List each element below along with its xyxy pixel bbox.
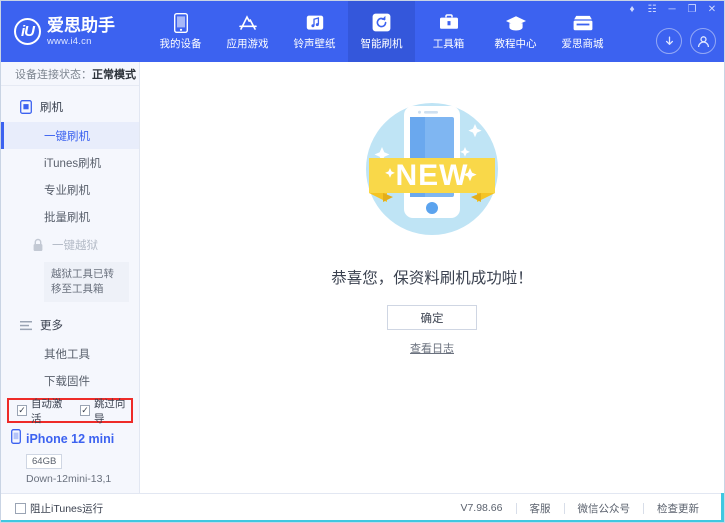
sidebar-item-pro-flash[interactable]: 专业刷机 xyxy=(1,176,139,203)
header-actions xyxy=(656,28,716,54)
checkbox-skip-setup[interactable]: ✓ 跳过向导 xyxy=(80,396,131,426)
connection-status-label: 设备连接状态： xyxy=(15,66,92,82)
user-account-icon[interactable] xyxy=(690,28,716,54)
bottom-accent-bar xyxy=(1,520,724,522)
sidebar-item-label: 一键刷机 xyxy=(44,128,90,144)
main-nav: 我的设备 应用游戏 铃声壁纸 智能刷机 xyxy=(147,1,616,62)
nav-item-toolbox[interactable]: 工具箱 xyxy=(415,1,482,62)
sidebar-item-one-key-flash[interactable]: 一键刷机 xyxy=(1,122,139,149)
nav-label: 爱思商城 xyxy=(562,36,604,51)
wechat-official-link[interactable]: 微信公众号 xyxy=(565,501,644,516)
sidebar-scroll: 刷机 一键刷机 iTunes刷机 专业刷机 批量刷机 xyxy=(1,86,139,398)
shop-icon xyxy=(571,12,595,33)
connected-device-info[interactable]: iPhone 12 mini 64GB Down-12mini-13,1 xyxy=(1,423,139,493)
sidebar-item-advanced-features[interactable]: 高级功能 xyxy=(1,394,139,398)
main-content: NEW 恭喜您，保资料刷机成功啦！ 确定 查看日志 xyxy=(140,62,724,493)
svg-text:NEW: NEW xyxy=(396,159,469,192)
connection-status-value: 正常模式 xyxy=(92,66,136,82)
sidebar-item-label: 批量刷机 xyxy=(44,209,90,225)
logo-title: 爱思助手 xyxy=(47,17,115,34)
window-controls: ♦ ☷ ─ ❐ ✕ xyxy=(626,4,718,15)
checkbox-label: 跳过向导 xyxy=(94,396,131,426)
check-update-link[interactable]: 检查更新 xyxy=(644,501,712,516)
checkbox-box[interactable]: ✓ xyxy=(17,405,27,416)
sidebar-group-label: 刷机 xyxy=(40,99,63,115)
sidebar-item-one-key-jailbreak: 一键越狱 xyxy=(1,230,139,260)
menu-icon[interactable]: ☷ xyxy=(646,4,658,15)
sidebar-item-label: 专业刷机 xyxy=(44,182,90,198)
sidebar-item-label: 其他工具 xyxy=(44,346,90,362)
checkbox-auto-activate[interactable]: ✓ 自动激活 xyxy=(17,396,68,426)
flash-device-icon xyxy=(19,100,33,114)
customer-service-link[interactable]: 客服 xyxy=(517,501,564,516)
nav-label: 铃声壁纸 xyxy=(294,36,336,51)
lock-icon xyxy=(31,238,45,252)
nav-item-store[interactable]: 爱思商城 xyxy=(549,1,616,62)
logo-url: www.i4.cn xyxy=(47,37,115,47)
phone-icon xyxy=(169,12,193,33)
status-bar: 阻止iTunes运行 V7.98.66 客服 微信公众号 检查更新 xyxy=(1,493,724,522)
download-icon[interactable] xyxy=(656,28,682,54)
new-badge-phone-illustration: NEW xyxy=(347,84,517,254)
status-bar-links: V7.98.66 客服 微信公众号 检查更新 xyxy=(447,501,712,516)
device-name: iPhone 12 mini xyxy=(26,432,114,446)
app-body: 设备连接状态：正常模式 刷机 一键刷机 iTunes刷机 专业刷机 xyxy=(1,62,724,493)
sidebar-group-more[interactable]: 更多 xyxy=(1,306,139,340)
app-version: V7.98.66 xyxy=(447,502,515,514)
sidebar-item-download-firmware[interactable]: 下载固件 xyxy=(1,367,139,394)
checkbox-block-itunes[interactable]: 阻止iTunes运行 xyxy=(15,501,103,516)
nav-item-ringtones-wallpaper[interactable]: 铃声壁纸 xyxy=(281,1,348,62)
nav-label: 我的设备 xyxy=(160,36,202,51)
close-icon[interactable]: ✕ xyxy=(706,4,718,15)
nav-item-my-device[interactable]: 我的设备 xyxy=(147,1,214,62)
confirm-button[interactable]: 确定 xyxy=(387,305,477,330)
nav-item-apps-games[interactable]: 应用游戏 xyxy=(214,1,281,62)
checkbox-label: 阻止iTunes运行 xyxy=(30,501,103,516)
device-connection-status: 设备连接状态：正常模式 xyxy=(1,62,139,86)
jailbreak-tooltip: 越狱工具已转移至工具箱 xyxy=(44,262,129,302)
sidebar-item-batch-flash[interactable]: 批量刷机 xyxy=(1,203,139,230)
app-header: iU 爱思助手 www.i4.cn 我的设备 应用游戏 xyxy=(1,1,724,62)
nav-item-smart-flash[interactable]: 智能刷机 xyxy=(348,1,415,62)
music-icon xyxy=(303,12,327,33)
device-capacity-badge: 64GB xyxy=(26,454,62,469)
checkbox-box[interactable]: ✓ xyxy=(80,405,90,416)
logo-mark-icon: iU xyxy=(14,18,41,45)
list-icon xyxy=(19,318,33,332)
sidebar-item-label: 一键越狱 xyxy=(52,237,98,253)
success-message: 恭喜您，保资料刷机成功啦！ xyxy=(331,266,533,288)
graduation-cap-icon xyxy=(504,12,528,33)
phone-small-icon xyxy=(11,429,21,449)
sidebar-group-flash[interactable]: 刷机 xyxy=(1,92,139,122)
nav-label: 应用游戏 xyxy=(227,36,269,51)
sidebar-item-other-tools[interactable]: 其他工具 xyxy=(1,340,139,367)
view-log-link[interactable]: 查看日志 xyxy=(410,340,454,356)
device-identifier: Down-12mini-13,1 xyxy=(26,473,139,485)
sidebar-group-label: 更多 xyxy=(40,317,63,333)
accent-edge xyxy=(721,493,724,522)
maximize-icon[interactable]: ❐ xyxy=(686,4,698,15)
sidebar-preferences: ✓ 自动激活 ✓ 跳过向导 xyxy=(7,398,133,423)
toolbox-icon xyxy=(437,12,461,33)
nav-label: 工具箱 xyxy=(433,36,465,51)
sidebar-item-label: iTunes刷机 xyxy=(44,155,101,171)
app-logo: iU 爱思助手 www.i4.cn xyxy=(1,1,141,62)
nav-label: 智能刷机 xyxy=(361,36,403,51)
nav-item-tutorials[interactable]: 教程中心 xyxy=(482,1,549,62)
sidebar: 设备连接状态：正常模式 刷机 一键刷机 iTunes刷机 专业刷机 xyxy=(1,62,140,493)
app-window: iU 爱思助手 www.i4.cn 我的设备 应用游戏 xyxy=(0,0,725,523)
checkbox-label: 自动激活 xyxy=(31,396,68,426)
refresh-icon xyxy=(370,12,394,33)
appstore-icon xyxy=(236,12,260,33)
checkbox-box[interactable] xyxy=(15,503,26,514)
nav-label: 教程中心 xyxy=(495,36,537,51)
minimize-icon[interactable]: ─ xyxy=(666,4,678,15)
skin-icon[interactable]: ♦ xyxy=(626,4,638,15)
sidebar-item-label: 下载固件 xyxy=(44,373,90,389)
sidebar-item-itunes-flash[interactable]: iTunes刷机 xyxy=(1,149,139,176)
